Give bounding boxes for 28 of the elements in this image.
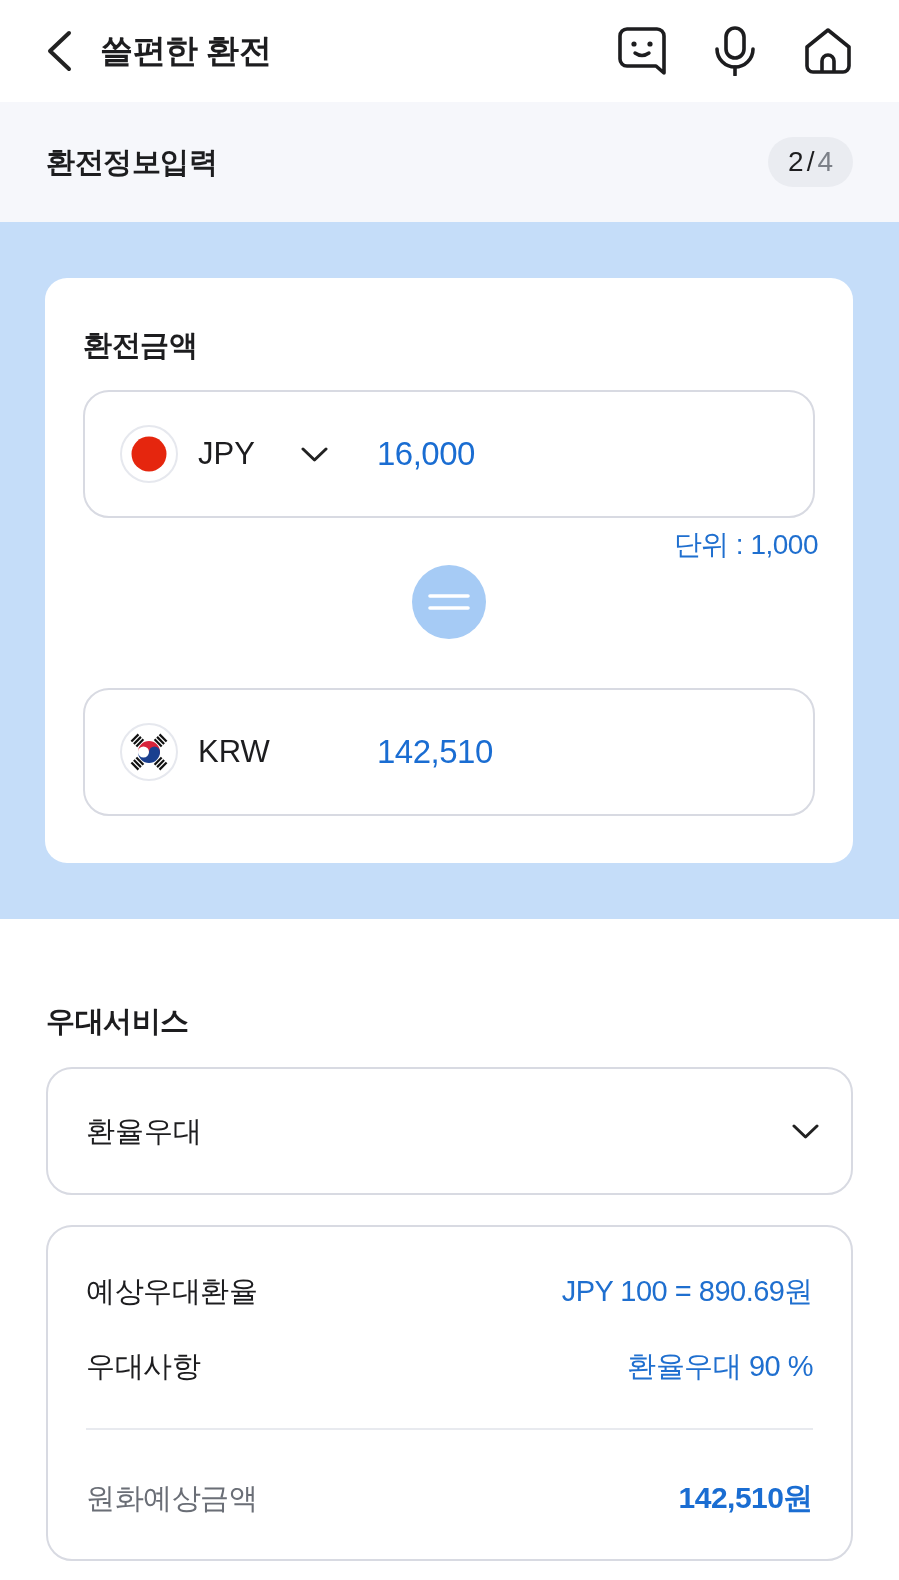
step-title: 환전정보입력 [46,145,217,180]
total-label: 원화예상금액 [86,1481,257,1516]
total-value: 142,510원 [678,1480,813,1516]
microphone-icon[interactable] [712,26,758,76]
benefit-dropdown[interactable]: 환율우대 [46,1067,853,1195]
chevron-down-icon [300,446,328,462]
detail-label: 예상우대환율 [86,1274,257,1309]
detail-value: 환율우대 90 % [627,1349,813,1384]
amount-value: 142,510 [377,732,493,772]
equals-icon [412,565,486,639]
unit-note: 단위 : 1,000 [672,528,818,562]
detail-label: 우대사항 [86,1349,200,1384]
detail-value: JPY 100 = 890.69원 [561,1274,813,1309]
back-icon[interactable] [45,29,73,73]
home-icon[interactable] [803,27,853,75]
japan-flag-icon [120,425,178,483]
amount-field[interactable]: JPY 16,000 [83,390,815,518]
amount-field[interactable]: KRW 142,510 [83,688,815,816]
section-title: 환전금액 [83,328,198,363]
chat-icon[interactable] [617,26,667,76]
step-counter: 2/4 [768,137,853,187]
section-title: 우대서비스 [46,1004,190,1039]
currency-dropdown[interactable]: JPY [198,434,328,474]
currency-code: KRW [198,733,270,771]
page-title: 쓸편한 환전 [100,31,272,71]
korea-flag-icon [120,723,178,781]
amount-value: 16,000 [377,434,475,474]
chevron-down-icon [792,1123,819,1139]
